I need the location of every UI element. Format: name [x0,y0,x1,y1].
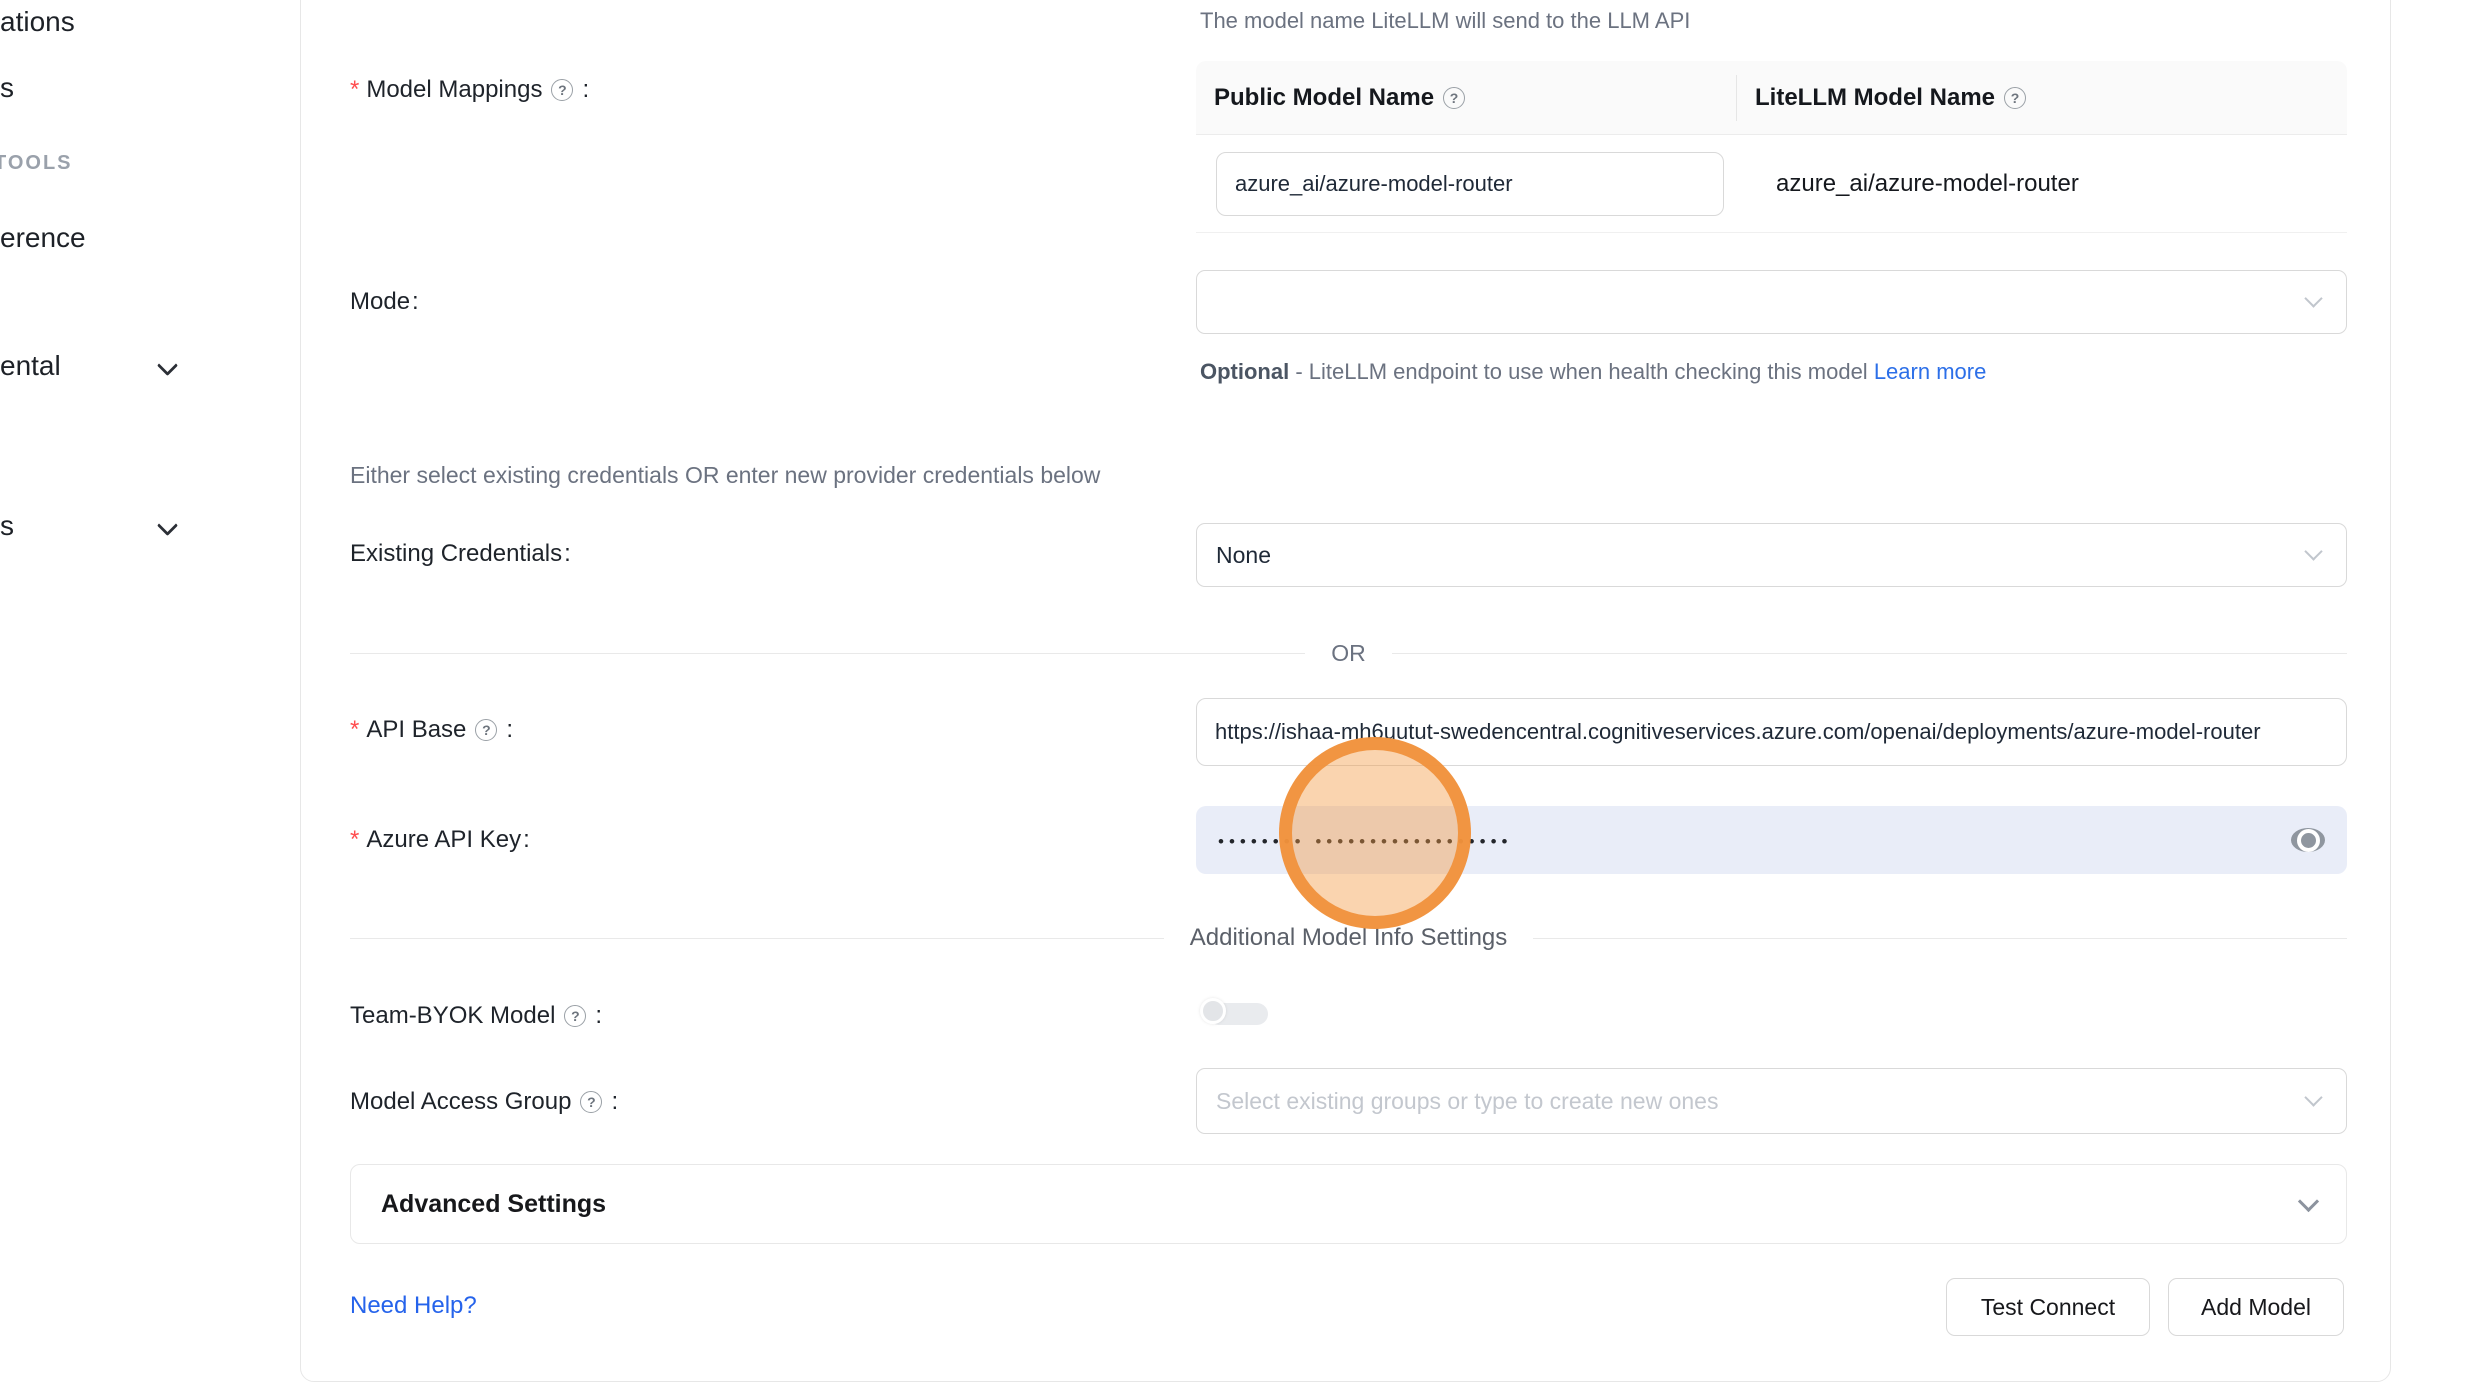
existing-credentials-select[interactable]: None [1196,523,2347,587]
model-name-helper-text: The model name LiteLLM will send to the … [1200,8,1690,34]
model-access-group-placeholder: Select existing groups or type to create… [1216,1088,1718,1115]
litellm-model-name-value: azure_ai/azure-model-router [1737,170,2347,198]
help-icon[interactable]: ? [551,79,573,101]
help-icon[interactable]: ? [564,1005,586,1027]
team-byok-label: Team-BYOK Model ? : [350,1002,602,1030]
team-byok-toggle[interactable] [1200,998,1268,1030]
advanced-settings-panel[interactable]: Advanced Settings [350,1164,2347,1244]
model-access-group-label: Model Access Group ? : [350,1088,618,1116]
sidebar-section-tools: TOOLS [0,152,73,175]
masked-key-value: •••••••• •••••••••••••••••• [1218,828,1512,852]
learn-more-link[interactable]: Learn more [1874,359,1987,384]
additional-settings-title: Additional Model Info Settings [1190,924,1508,952]
litellm-model-name-header: LiteLLM Model Name ? [1737,75,2347,121]
need-help-link[interactable]: Need Help? [350,1292,477,1320]
sidebar-item-s1[interactable]: s [0,72,14,104]
model-mappings-table: Public Model Name ? LiteLLM Model Name ?… [1196,61,2347,233]
public-model-name-input[interactable] [1216,152,1724,216]
add-model-page: ations s TOOLS erence ental s The model … [0,0,2477,1385]
help-icon[interactable]: ? [2004,87,2026,109]
or-divider: OR [350,640,2347,667]
model-access-group-select[interactable]: Select existing groups or type to create… [1196,1068,2347,1134]
public-model-name-header: Public Model Name ? [1196,75,1737,121]
or-divider-text: OR [1331,640,1366,667]
chevron-down-icon[interactable] [157,515,178,536]
chevron-down-icon [2304,289,2322,307]
sidebar-item-ental[interactable]: ental [0,350,61,382]
chevron-down-icon[interactable] [157,355,178,376]
add-model-button[interactable]: Add Model [2168,1278,2344,1336]
existing-credentials-label: Existing Credentials : [350,540,571,568]
api-base-input[interactable] [1196,698,2347,766]
advanced-settings-title: Advanced Settings [381,1190,606,1219]
eye-icon[interactable] [2291,828,2325,852]
existing-credentials-value: None [1216,542,1271,569]
sidebar-item-s2[interactable]: s [0,510,14,542]
required-mark: * [350,826,359,854]
mode-helper-text: Optional - LiteLLM endpoint to use when … [1200,352,2028,392]
chevron-down-icon [2304,1088,2322,1106]
azure-api-key-input[interactable]: •••••••• •••••••••••••••••• [1196,806,2347,874]
mappings-table-row: azure_ai/azure-model-router [1196,135,2347,233]
help-icon[interactable]: ? [580,1091,602,1113]
model-mappings-label: * Model Mappings ? : [350,76,589,104]
test-connect-button[interactable]: Test Connect [1946,1278,2150,1336]
azure-api-key-label: * Azure API Key : [350,826,530,854]
required-mark: * [350,716,359,744]
additional-settings-divider: Additional Model Info Settings [350,924,2347,952]
chevron-down-icon [2298,1190,2319,1211]
chevron-down-icon [2304,542,2322,560]
sidebar-item-erence[interactable]: erence [0,222,86,254]
api-base-label: * API Base ? : [350,716,513,744]
help-icon[interactable]: ? [1443,87,1465,109]
mode-label: Mode : [350,288,419,316]
mappings-table-header: Public Model Name ? LiteLLM Model Name ? [1196,61,2347,135]
sidebar-item-ations[interactable]: ations [0,6,75,38]
mode-select[interactable] [1196,270,2347,334]
credentials-note: Either select existing credentials OR en… [350,462,1100,489]
required-mark: * [350,76,359,104]
help-icon[interactable]: ? [475,719,497,741]
